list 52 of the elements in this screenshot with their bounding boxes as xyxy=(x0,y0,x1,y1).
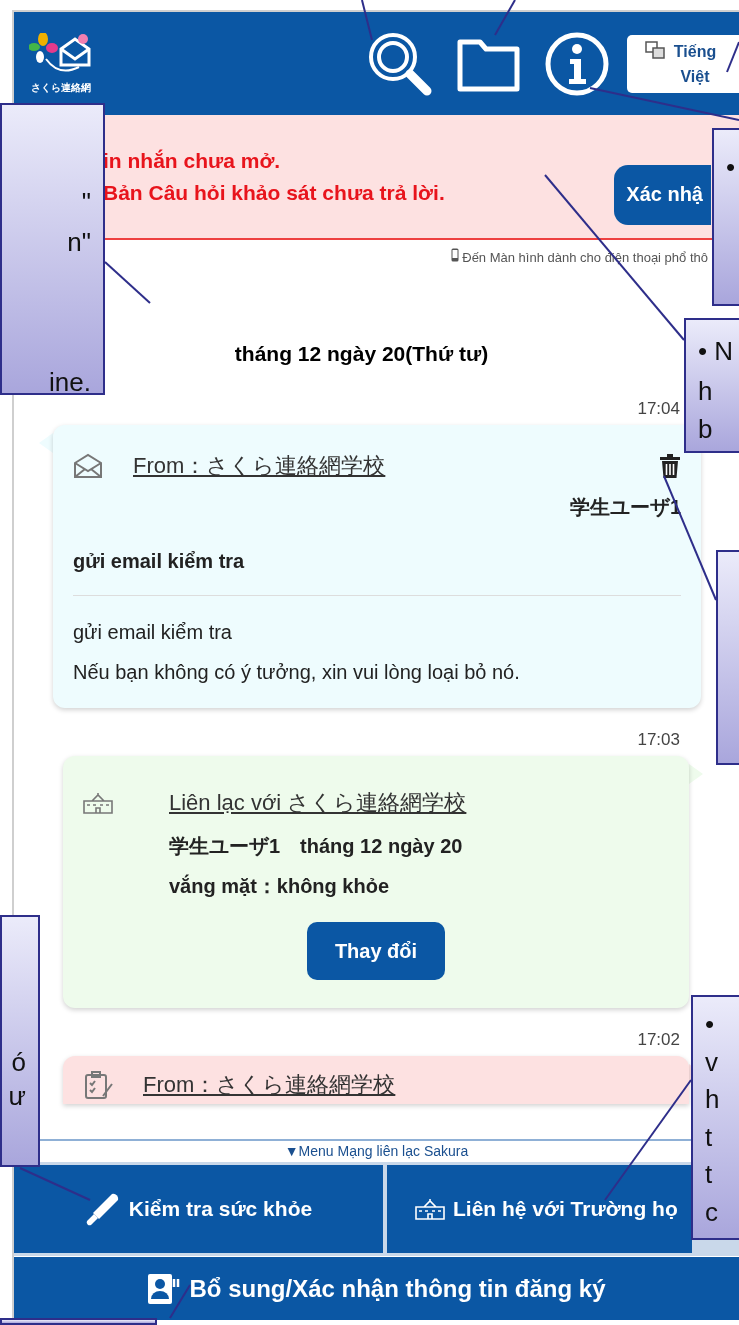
callout-text: • xyxy=(726,152,736,182)
callout-text: h xyxy=(698,376,713,406)
message-title-link[interactable]: From：さくら連絡網学校 xyxy=(143,1070,396,1100)
change-button[interactable]: Thay đổi xyxy=(306,922,446,980)
confirm-button[interactable]: Xác nhậ xyxy=(614,164,711,225)
message-card[interactable]: Liên lạc với さくら連絡網学校 学生ユーザ1 tháng 12 ngày 20 vắng mặt：không khỏe Thay đổi xyxy=(63,756,689,1008)
callout-text: n" xyxy=(67,227,91,257)
envelope-icon xyxy=(73,453,103,479)
id-card-icon xyxy=(147,1272,182,1305)
contact-school-button[interactable]: Liên hệ với Trường họ xyxy=(387,1165,692,1253)
health-check-button[interactable]: Kiểm tra sức khỏe xyxy=(14,1165,383,1253)
callout-text: t xyxy=(705,1122,713,1152)
thermometer-icon xyxy=(84,1191,121,1227)
callout-text: v xyxy=(705,1047,718,1077)
message-time: 17:03 xyxy=(636,730,681,751)
message-subject: gửi email kiểm tra xyxy=(73,549,681,596)
callout-text: • N xyxy=(698,336,734,366)
message-body-text: gửi email kiểm tra xyxy=(73,620,233,644)
date-heading: tháng 12 ngày 20(Thứ tư) xyxy=(234,342,489,366)
leader-line xyxy=(726,41,739,73)
school-icon xyxy=(415,1198,445,1220)
trash-icon[interactable] xyxy=(659,453,681,479)
leader-line xyxy=(494,0,516,36)
callout-text: t xyxy=(705,1159,713,1189)
callout-text: ó xyxy=(11,1047,26,1077)
callout-text: ine. xyxy=(49,367,91,397)
callout-text: c xyxy=(705,1197,718,1227)
message-title-link[interactable]: Liên lạc với さくら連絡網学校 xyxy=(169,788,467,818)
leader-line xyxy=(361,0,373,41)
logo-text: さくら連絡網 xyxy=(31,80,91,95)
contact-detail: 学生ユーザ1 tháng 12 ngày 20 xyxy=(169,834,464,858)
callout-text: " xyxy=(81,187,91,217)
message-time: 17:04 xyxy=(636,399,681,420)
message-body-text: Nếu bạn không có ý tưởng, xin vui lòng loại bỏ nó. xyxy=(73,660,521,684)
language-button[interactable]: Tiếng Việt xyxy=(627,34,739,93)
message-card[interactable]: From：さくら連絡網学校 xyxy=(63,1056,689,1104)
phone-icon xyxy=(450,248,459,262)
menu-toggle[interactable]: ▼Menu Mạng liên lạc Sakura xyxy=(284,1141,469,1162)
translate-icon xyxy=(645,40,665,59)
search-icon[interactable] xyxy=(367,30,433,97)
callout-text: h xyxy=(705,1084,720,1114)
school-icon xyxy=(83,792,113,814)
info-icon[interactable] xyxy=(545,31,609,96)
message-title-link[interactable]: From：さくら連絡網学校 xyxy=(133,451,386,481)
callout-text: ư xyxy=(8,1081,26,1111)
callout-text: • xyxy=(705,1009,715,1039)
callout-text: b xyxy=(698,414,713,444)
clipboard-icon xyxy=(83,1070,113,1100)
registration-button[interactable]: Bổ sung/Xác nhận thông tin đăng ký xyxy=(14,1257,739,1320)
leader-line xyxy=(169,1284,191,1319)
contact-detail: vắng mặt：không khỏe xyxy=(169,874,391,898)
message-time: 17:02 xyxy=(636,1030,681,1051)
